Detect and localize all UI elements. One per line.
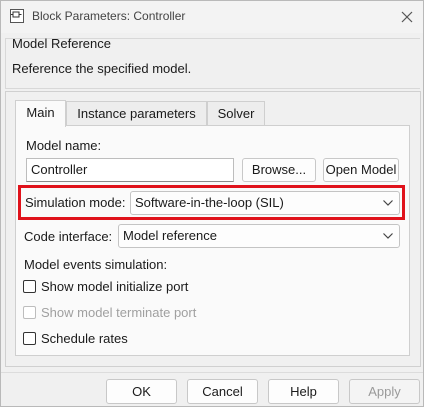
tab-instance-parameters[interactable]: Instance parameters	[66, 101, 207, 126]
model-events-label: Model events simulation:	[24, 257, 168, 272]
code-interface-select[interactable]: Model reference	[118, 224, 400, 248]
browse-button[interactable]: Browse...	[242, 158, 316, 182]
schedule-rates-label: Schedule rates	[41, 331, 128, 346]
simulation-mode-label: Simulation mode:	[25, 195, 126, 210]
tab-solver[interactable]: Solver	[207, 101, 265, 126]
window-title: Block Parameters: Controller	[32, 9, 186, 23]
model-name-input[interactable]: Controller	[26, 158, 234, 182]
simulation-mode-value: Software-in-the-loop (SIL)	[135, 195, 284, 210]
ok-button[interactable]: OK	[106, 379, 177, 404]
block-description: Reference the specified model.	[12, 61, 192, 76]
tab-main[interactable]: Main	[15, 100, 66, 127]
close-icon[interactable]	[397, 7, 417, 27]
simulation-mode-select[interactable]: Software-in-the-loop (SIL)	[130, 191, 400, 215]
model-name-label: Model name:	[26, 138, 102, 153]
code-interface-label: Code interface:	[24, 229, 113, 244]
cancel-button[interactable]: Cancel	[187, 379, 258, 404]
chevron-down-icon	[383, 233, 393, 239]
apply-button[interactable]: Apply	[349, 379, 420, 404]
initialize-port-label: Show model initialize port	[41, 279, 189, 294]
code-interface-value: Model reference	[123, 228, 217, 243]
title-bar[interactable]: Block Parameters: Controller	[1, 1, 423, 33]
footer-divider	[1, 372, 423, 373]
block-type-title: Model Reference	[12, 36, 111, 51]
help-button[interactable]: Help	[268, 379, 339, 404]
schedule-rates-checkbox[interactable]	[23, 332, 36, 345]
initialize-port-checkbox[interactable]	[23, 280, 36, 293]
open-model-button[interactable]: Open Model	[323, 158, 399, 182]
terminate-port-label: Show model terminate port	[41, 305, 197, 320]
block-icon	[10, 9, 24, 23]
terminate-port-checkbox[interactable]	[23, 306, 36, 319]
dialog-window: Block Parameters: Controller Model Refer…	[0, 0, 424, 407]
chevron-down-icon	[383, 200, 393, 206]
